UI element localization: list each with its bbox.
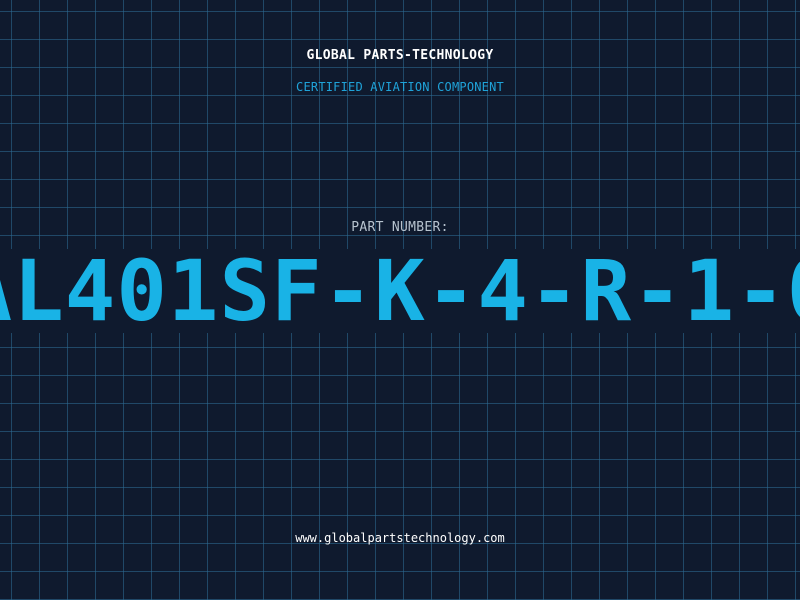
part-number-value: HAL401SF-K-4-R-1-00 [0,249,800,333]
brand-name: GLOBAL PARTS-TECHNOLOGY [306,48,494,63]
brand-tagline: CERTIFIED AVIATION COMPONENT [296,80,504,94]
part-number-band: HAL401SF-K-4-R-1-00 [0,249,800,333]
part-number-label: PART NUMBER: [351,220,449,235]
website-url: www.globalpartstechnology.com [295,531,505,545]
